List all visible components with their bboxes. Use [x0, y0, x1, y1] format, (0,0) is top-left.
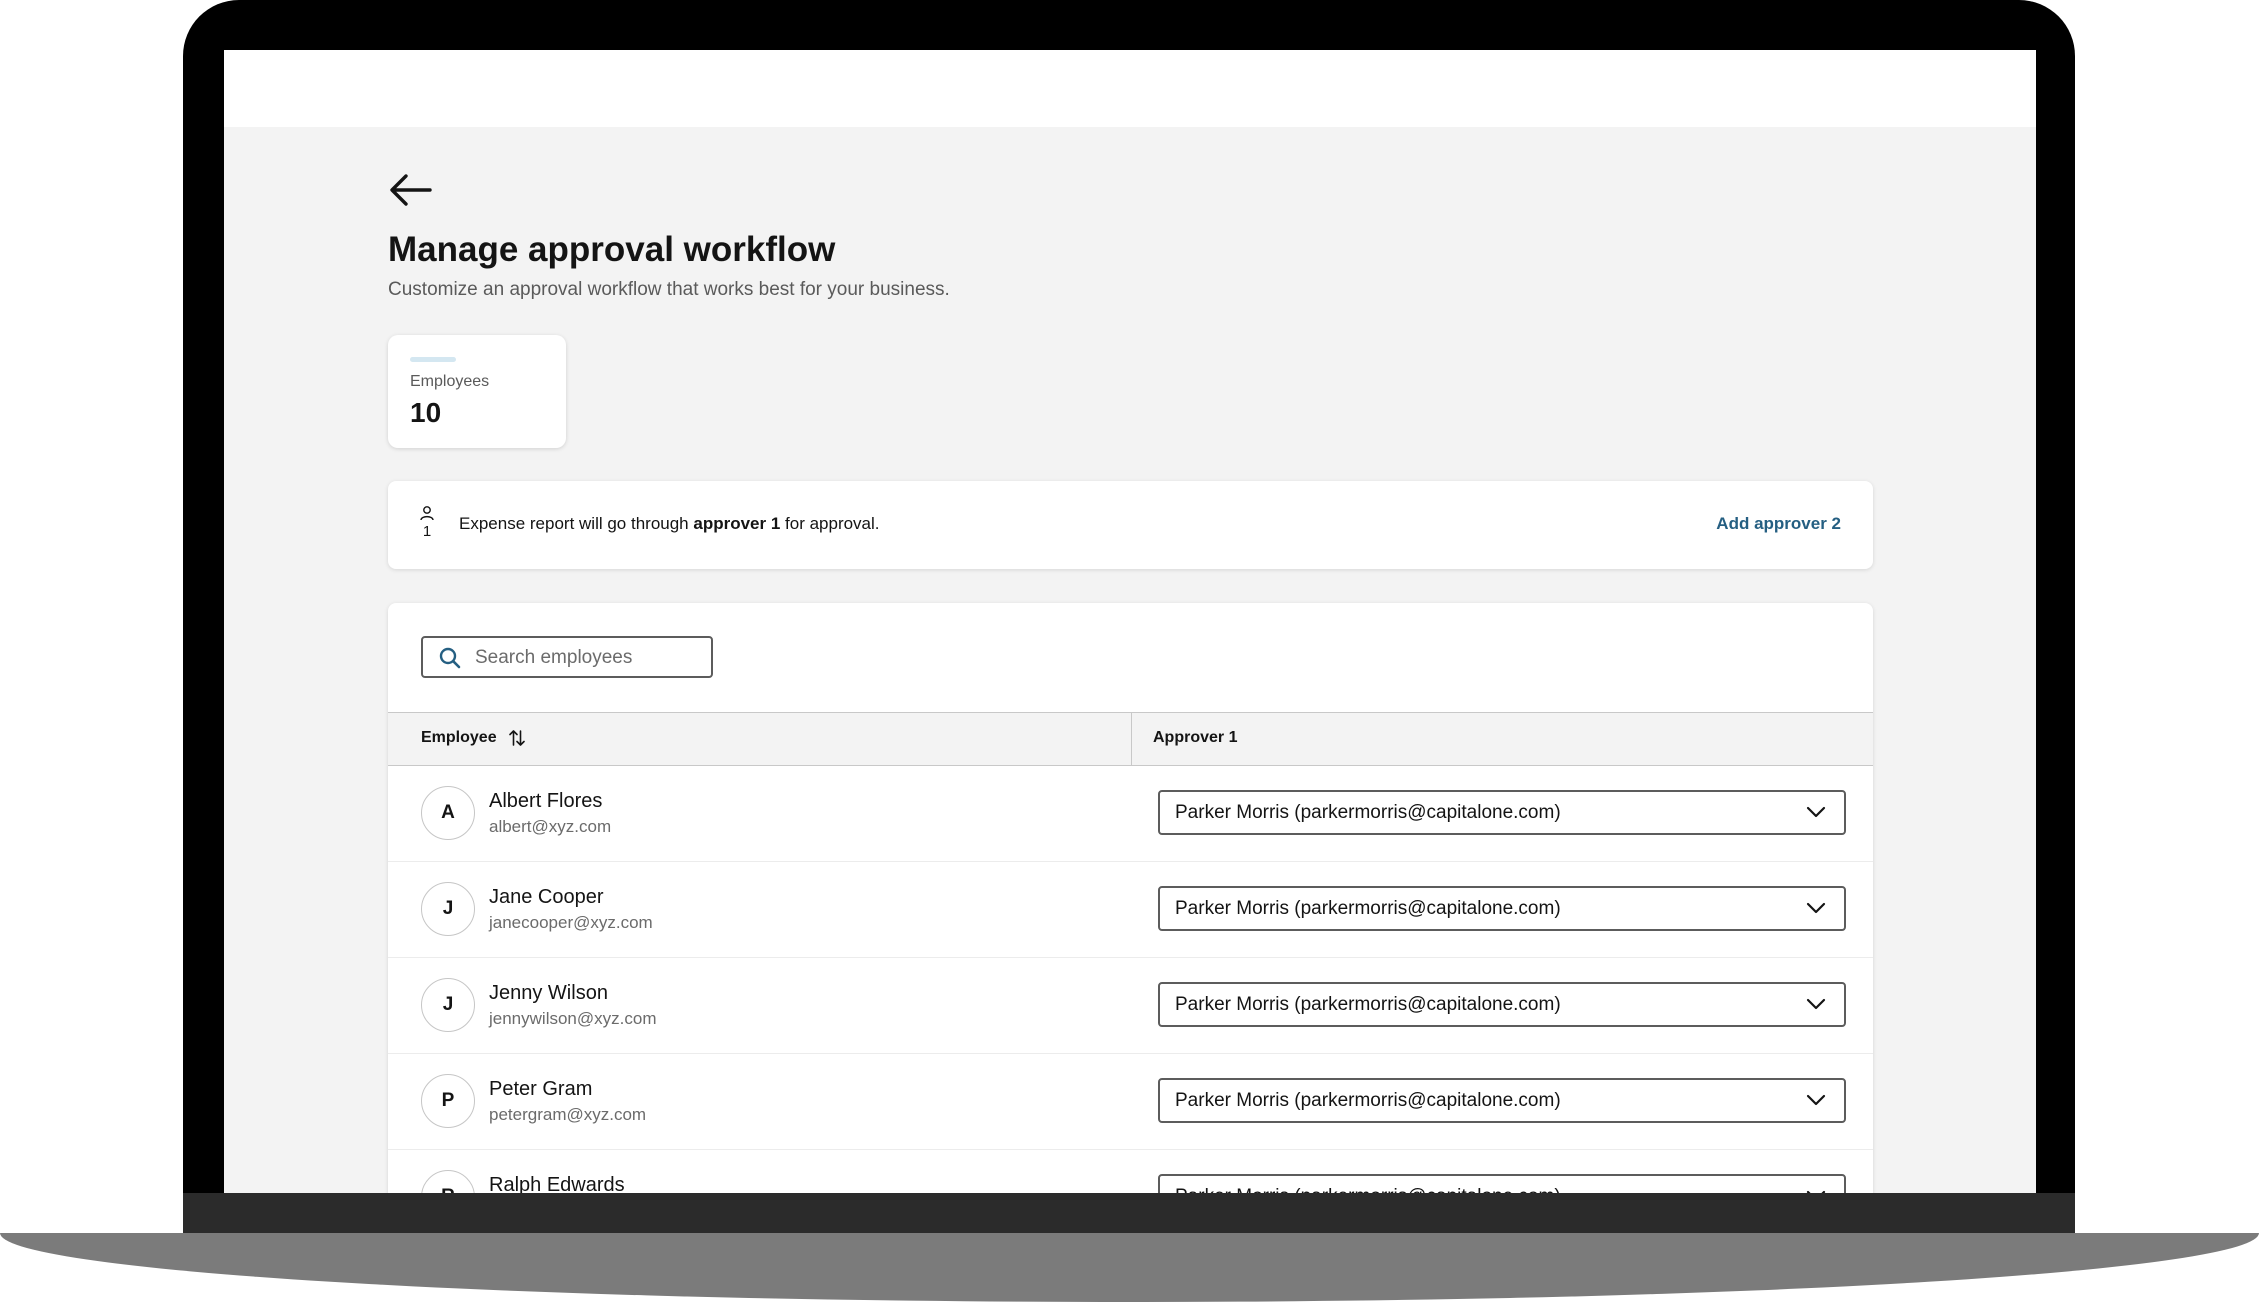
stat-accent-bar [410, 357, 456, 362]
approver-selected-value: Parker Morris (parkermorris@capitalone.c… [1175, 1186, 1561, 1193]
add-approver-2-link[interactable]: Add approver 2 [1716, 514, 1841, 534]
approver-selected-value: Parker Morris (parkermorris@capitalone.c… [1175, 898, 1561, 919]
employees-stat-card: Employees 10 [388, 335, 566, 448]
sort-icon[interactable] [508, 729, 525, 747]
approver-1-select[interactable]: Parker Morris (parkermorris@capitalone.c… [1158, 790, 1846, 835]
approver-1-select[interactable]: Parker Morris (parkermorris@capitalone.c… [1158, 982, 1846, 1027]
person-icon [420, 506, 434, 521]
table-row: R Ralph Edwards Parker Morris (parkermorri… [388, 1150, 1873, 1193]
avatar: R [421, 1170, 475, 1193]
avatar: J [421, 882, 475, 936]
employee-email: jennywilson@xyz.com [489, 1009, 657, 1028]
approver-1-select[interactable]: Parker Morris (parkermorris@capitalone.c… [1158, 886, 1846, 931]
info-text-bold: approver 1 [693, 514, 781, 533]
approver-step-number: 1 [422, 523, 432, 540]
employee-column-header[interactable]: Employee [421, 729, 525, 747]
stat-label: Employees [410, 373, 490, 390]
chevron-down-icon [1806, 1094, 1826, 1106]
approver-1-select[interactable]: Parker Morris (parkermorris@capitalone.c… [1158, 1078, 1846, 1123]
employee-name: Jane Cooper [489, 886, 604, 908]
info-text-after: for approval. [780, 514, 880, 533]
table-row: J Jane Cooper janecooper@xyz.com Parker Mor… [388, 862, 1873, 958]
approval-info-text: Expense report will go through approver … [459, 514, 880, 534]
laptop-hinge [183, 1193, 2075, 1233]
search-input[interactable] [473, 642, 707, 674]
page-title: Manage approval workflow [388, 230, 836, 269]
search-box[interactable] [421, 636, 713, 678]
employee-name: Ralph Edwards [489, 1174, 625, 1193]
employee-email: petergram@xyz.com [489, 1105, 647, 1124]
avatar: P [421, 1074, 475, 1128]
table-row: J Jenny Wilson jennywilson@xyz.com Parker M… [388, 958, 1873, 1054]
approver-selected-value: Parker Morris (parkermorris@capitalone.c… [1175, 802, 1561, 823]
table-row: P Peter Gram petergram@xyz.com Parker Morri… [388, 1054, 1873, 1150]
avatar: A [421, 786, 475, 840]
employee-column-label: Employee [421, 729, 497, 746]
chevron-down-icon [1806, 1190, 1826, 1193]
page-subtitle: Customize an approval workflow that work… [388, 279, 950, 300]
approver-1-column-header: Approver 1 [1153, 729, 1238, 746]
info-text-before: Expense report will go through [459, 514, 694, 533]
approver-step-indicator: 1 [418, 505, 436, 545]
approval-info-banner: 1 Expense report will go through approve… [388, 481, 1873, 569]
avatar: J [421, 978, 475, 1032]
stat-value: 10 [410, 397, 442, 428]
approver-1-select[interactable]: Parker Morris (parkermorris@capitalone.c… [1158, 1174, 1846, 1193]
approver-selected-value: Parker Morris (parkermorris@capitalone.c… [1175, 994, 1561, 1015]
chevron-down-icon [1806, 998, 1826, 1010]
employee-name: Peter Gram [489, 1078, 593, 1100]
employee-name: Jenny Wilson [489, 982, 608, 1004]
app-screen: Manage approval workflow Customize an ap… [224, 50, 2036, 1193]
laptop-base [0, 1233, 2259, 1302]
employee-email: albert@xyz.com [489, 817, 612, 836]
chevron-down-icon [1806, 902, 1826, 914]
employee-name: Albert Flores [489, 790, 603, 812]
table-row: A Albert Flores albert@xyz.com Parker Morri… [388, 766, 1873, 862]
search-icon [439, 647, 461, 669]
employee-approver-table-card: Employee Approver 1 A Albert Flores albert… [388, 603, 1873, 1193]
arrow-left-icon[interactable] [388, 172, 432, 208]
approver-selected-value: Parker Morris (parkermorris@capitalone.c… [1175, 1090, 1561, 1111]
top-bar [224, 50, 2036, 127]
table-header: Employee Approver 1 [388, 712, 1873, 766]
chevron-down-icon [1806, 806, 1826, 818]
employee-email: janecooper@xyz.com [489, 913, 653, 932]
column-divider [1131, 713, 1132, 765]
